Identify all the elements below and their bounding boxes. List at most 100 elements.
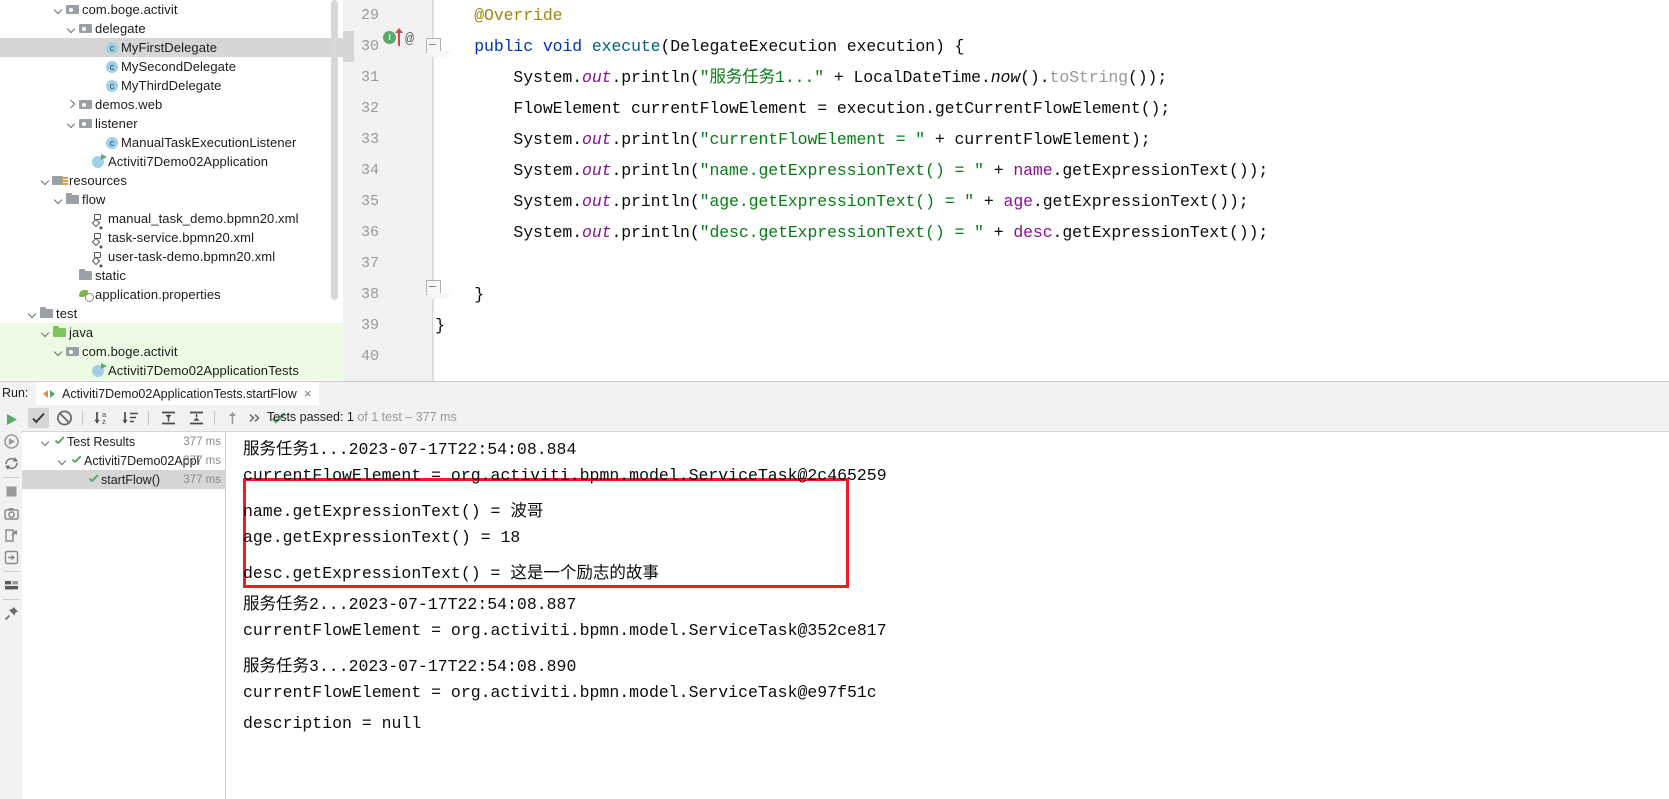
gutter-line-38[interactable]: 38: [343, 279, 435, 310]
gutter-line-32[interactable]: 32: [343, 93, 435, 124]
pin-icon[interactable]: [3, 605, 20, 622]
tree-item-task-service-bpmn20-xml[interactable]: task-service.bpmn20.xml: [0, 228, 343, 247]
test-runner-toolbar[interactable]: a z Tests passed: 1 of 1 test – 377 ms: [22, 405, 1669, 432]
code-line-29[interactable]: @Override: [435, 0, 1669, 31]
previous-occurrence-button[interactable]: [222, 408, 243, 428]
chevron-down-icon[interactable]: [65, 19, 78, 38]
gutter-line-37[interactable]: 37: [343, 248, 435, 279]
code-line-37[interactable]: [435, 248, 1669, 279]
tree-item-com-boge-activit[interactable]: com.boge.activit: [0, 342, 343, 361]
tree-item-activiti7demo02application[interactable]: Activiti7Demo02Application: [0, 152, 343, 171]
gutter-line-36[interactable]: 36: [343, 217, 435, 248]
tree-item-test[interactable]: test: [0, 304, 343, 323]
tree-item-myseconddelegate[interactable]: MySecondDelegate: [0, 57, 343, 76]
code-line-40[interactable]: [435, 341, 1669, 372]
chevron-down-icon[interactable]: [26, 304, 39, 323]
tree-item-manualtaskexecutionlistener[interactable]: ManualTaskExecutionListener: [0, 133, 343, 152]
layout-icon[interactable]: [3, 577, 20, 594]
code-line-36[interactable]: System.out.println("desc.getExpressionTe…: [435, 217, 1669, 248]
code-line-34[interactable]: System.out.println("name.getExpressionTe…: [435, 155, 1669, 186]
tree-item-static[interactable]: static: [0, 266, 343, 285]
chevron-down-icon[interactable]: [39, 171, 52, 190]
chevron-down-icon[interactable]: [65, 114, 78, 133]
console-output[interactable]: 服务任务1...2023-07-17T22:54:08.884 currentFl…: [226, 432, 1669, 799]
test-tree-item-test-results[interactable]: Test Results 377 ms: [22, 432, 225, 451]
tree-item-delegate[interactable]: delegate: [0, 19, 343, 38]
override-method-icon[interactable]: [395, 28, 403, 46]
chevron-down-icon[interactable]: [56, 451, 69, 470]
tree-item-mythirddelegate[interactable]: MyThirdDelegate: [0, 76, 343, 95]
auto-test-icon[interactable]: [3, 455, 20, 472]
tree-item-java[interactable]: java: [0, 323, 343, 342]
gutter-line-40[interactable]: 40: [343, 341, 435, 372]
more-options-button[interactable]: [244, 408, 265, 428]
tree-item-resources[interactable]: resources: [0, 171, 343, 190]
chevron-down-icon[interactable]: [52, 190, 65, 209]
chevron-right-icon[interactable]: [65, 95, 78, 114]
gutter-line-33[interactable]: 33: [343, 124, 435, 155]
tree-item-listener[interactable]: listener: [0, 114, 343, 133]
test-results-tree[interactable]: Test Results 377 ms Activiti7Demo02Appl 377…: [22, 432, 226, 799]
project-tree[interactable]: com.boge.activit delegate MyFirstDelegate M…: [0, 0, 343, 381]
tree-item-flow[interactable]: flow: [0, 190, 343, 209]
tree-item-com-boge-activit[interactable]: com.boge.activit: [0, 0, 343, 19]
tree-item-demos-web[interactable]: demos.web: [0, 95, 343, 114]
camera-icon[interactable]: [3, 505, 20, 522]
project-tree-scrollbar[interactable]: [331, 0, 338, 300]
show-ignored-button[interactable]: [54, 408, 75, 428]
code-line-33[interactable]: System.out.println("currentFlowElement =…: [435, 124, 1669, 155]
tree-item-myfirstdelegate[interactable]: MyFirstDelegate: [0, 38, 343, 57]
editor-gutter[interactable]: 40 39 38 37 36 35 34 33 32 31 30 29 @: [343, 0, 451, 381]
toolbar-separator-3: [214, 411, 215, 425]
code-line-32[interactable]: FlowElement currentFlowElement = executi…: [435, 93, 1669, 124]
tree-item-application-properties[interactable]: application.properties: [0, 285, 343, 304]
chevron-down-icon[interactable]: [52, 0, 65, 19]
run-configuration-tab[interactable]: Activiti7Demo02ApplicationTests.startFlo…: [36, 382, 320, 407]
import-icon[interactable]: [3, 527, 20, 544]
test-tree-item-activiti7demo02appl[interactable]: Activiti7Demo02Appl 377 ms: [22, 451, 225, 470]
code-editor[interactable]: 40 39 38 37 36 35 34 33 32 31 30 29 @ @Override pub…: [343, 0, 1669, 381]
close-icon[interactable]: ×: [304, 387, 312, 400]
sort-by-duration-button[interactable]: [120, 408, 141, 428]
chevron-down-icon[interactable]: [39, 323, 52, 342]
open-arrow-icon[interactable]: [3, 549, 20, 566]
line-number: 39: [360, 317, 379, 334]
stop-square-icon[interactable]: [3, 483, 20, 500]
source-folder-icon: [52, 323, 69, 342]
show-passed-button[interactable]: [28, 408, 49, 428]
rerun-failed-icon[interactable]: [3, 433, 20, 450]
expand-all-button[interactable]: [158, 408, 179, 428]
collapse-all-button[interactable]: [186, 408, 207, 428]
chevron-down-icon[interactable]: [39, 432, 52, 451]
test-tree-item-startflow-[interactable]: startFlow() 377 ms: [22, 470, 225, 489]
chevron-down-icon[interactable]: [52, 342, 65, 361]
gutter-line-35[interactable]: 35: [343, 186, 435, 217]
gutter-line-39[interactable]: 39: [343, 310, 435, 341]
code-line-31[interactable]: System.out.println("服务任务1..." + LocalDat…: [435, 62, 1669, 93]
tree-item-activiti7demo02applicationtests[interactable]: Activiti7Demo02ApplicationTests: [0, 361, 343, 380]
sort-az-button[interactable]: a z: [92, 408, 113, 428]
code-line-38[interactable]: }: [435, 279, 1669, 310]
code-line-39[interactable]: }: [435, 310, 1669, 341]
tree-item-manual-task-demo-bpmn20-xml[interactable]: manual_task_demo.bpmn20.xml: [0, 209, 343, 228]
status-prefix: Tests passed:: [267, 410, 347, 424]
code-line-30[interactable]: public void execute(DelegateExecution ex…: [435, 31, 1669, 62]
run-side-toolbar[interactable]: [0, 405, 23, 799]
gutter-line-31[interactable]: 31: [343, 62, 435, 93]
code-text-area[interactable]: @Override public void execute(DelegateEx…: [435, 0, 1669, 381]
tree-item-user-task-demo-bpmn20-xml[interactable]: user-task-demo.bpmn20.xml: [0, 247, 343, 266]
line-number: 37: [360, 255, 379, 272]
gutter-line-34[interactable]: 34: [343, 155, 435, 186]
code-line-35[interactable]: System.out.println("age.getExpressionTex…: [435, 186, 1669, 217]
gutter-line-29[interactable]: 29: [343, 0, 435, 31]
